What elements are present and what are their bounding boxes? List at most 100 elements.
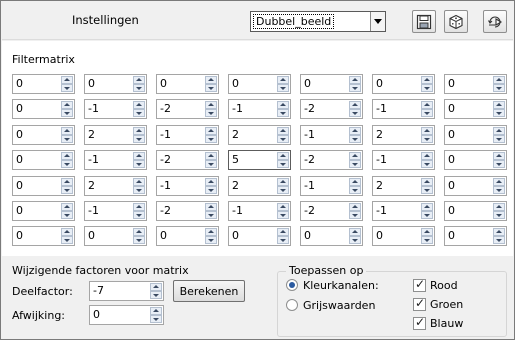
spin-down-icon[interactable]: [493, 84, 505, 92]
spin-up-icon[interactable]: [133, 228, 145, 236]
spin-down-icon[interactable]: [205, 160, 217, 168]
spin-up-icon[interactable]: [349, 152, 361, 160]
spin-down-icon[interactable]: [493, 135, 505, 143]
spin-up-icon[interactable]: [349, 127, 361, 135]
matrix-cell-r3-c3[interactable]: 5: [228, 150, 291, 170]
spin-up-icon[interactable]: [205, 178, 217, 186]
matrix-cell-r5-c1[interactable]: -1: [84, 201, 147, 221]
spin-up-icon[interactable]: [133, 152, 145, 160]
matrix-cell-spin-arrows[interactable]: [421, 127, 433, 143]
spin-up-icon[interactable]: [421, 152, 433, 160]
spin-up-icon[interactable]: [349, 203, 361, 211]
spin-down-icon[interactable]: [133, 135, 145, 143]
matrix-cell-r6-c0[interactable]: 0: [12, 226, 75, 246]
matrix-cell-spin-arrows[interactable]: [493, 228, 505, 244]
matrix-cell-r6-c4[interactable]: 0: [300, 226, 363, 246]
spin-down-icon[interactable]: [133, 186, 145, 194]
spin-up-icon[interactable]: [133, 127, 145, 135]
spin-up-icon[interactable]: [61, 127, 73, 135]
spin-down-icon[interactable]: [421, 186, 433, 194]
matrix-cell-spin-arrows[interactable]: [349, 228, 361, 244]
matrix-cell-spin-arrows[interactable]: [421, 152, 433, 168]
spin-down-icon[interactable]: [277, 109, 289, 117]
spin-up-icon[interactable]: [493, 203, 505, 211]
spin-down-icon[interactable]: [133, 160, 145, 168]
matrix-cell-spin-arrows[interactable]: [277, 152, 289, 168]
spin-down-icon[interactable]: [277, 211, 289, 219]
spin-up-icon[interactable]: [205, 76, 217, 84]
spin-up-icon[interactable]: [133, 101, 145, 109]
matrix-cell-spin-arrows[interactable]: [493, 178, 505, 194]
matrix-cell-r2-c3[interactable]: 2: [228, 125, 291, 145]
spin-down-icon[interactable]: [61, 84, 73, 92]
spin-down-icon[interactable]: [61, 160, 73, 168]
spin-down-icon[interactable]: [277, 160, 289, 168]
reset-button[interactable]: [483, 10, 507, 33]
matrix-cell-spin-arrows[interactable]: [61, 76, 73, 92]
divisor-stepper[interactable]: -7: [89, 281, 164, 301]
matrix-cell-r5-c5[interactable]: -1: [372, 201, 435, 221]
chevron-down-icon[interactable]: [370, 12, 385, 31]
matrix-cell-r3-c0[interactable]: 0: [12, 150, 75, 170]
matrix-cell-spin-arrows[interactable]: [205, 203, 217, 219]
matrix-cell-r6-c5[interactable]: 0: [372, 226, 435, 246]
spin-up-icon[interactable]: [61, 76, 73, 84]
matrix-cell-spin-arrows[interactable]: [205, 178, 217, 194]
spin-down-icon[interactable]: [349, 135, 361, 143]
spin-up-icon[interactable]: [349, 76, 361, 84]
spin-up-icon[interactable]: [133, 203, 145, 211]
spin-down-icon[interactable]: [421, 211, 433, 219]
matrix-cell-r0-c2[interactable]: 0: [156, 74, 219, 94]
matrix-cell-r4-c4[interactable]: -1: [300, 176, 363, 196]
spin-down-icon[interactable]: [349, 160, 361, 168]
matrix-cell-spin-arrows[interactable]: [205, 76, 217, 92]
matrix-cell-r0-c3[interactable]: 0: [228, 74, 291, 94]
spin-down-icon[interactable]: [421, 236, 433, 244]
spin-up-icon[interactable]: [421, 178, 433, 186]
spin-down-icon[interactable]: [133, 236, 145, 244]
spin-up-icon[interactable]: [61, 152, 73, 160]
spin-up-icon[interactable]: [61, 203, 73, 211]
spin-up-icon[interactable]: [493, 101, 505, 109]
spin-down-icon[interactable]: [205, 186, 217, 194]
spin-down-icon[interactable]: [349, 211, 361, 219]
matrix-cell-spin-arrows[interactable]: [493, 76, 505, 92]
spin-up-icon[interactable]: [61, 101, 73, 109]
spin-down-icon[interactable]: [133, 211, 145, 219]
matrix-cell-r2-c2[interactable]: -1: [156, 125, 219, 145]
spin-down-icon[interactable]: [205, 109, 217, 117]
matrix-cell-spin-arrows[interactable]: [133, 101, 145, 117]
matrix-cell-spin-arrows[interactable]: [349, 127, 361, 143]
divisor-spin-arrows[interactable]: [150, 283, 162, 299]
spin-down-icon[interactable]: [277, 135, 289, 143]
spin-down-icon[interactable]: [205, 84, 217, 92]
matrix-cell-spin-arrows[interactable]: [493, 127, 505, 143]
spin-down-icon[interactable]: [421, 160, 433, 168]
matrix-cell-spin-arrows[interactable]: [277, 178, 289, 194]
spin-down-icon[interactable]: [349, 186, 361, 194]
spin-up-icon[interactable]: [133, 76, 145, 84]
matrix-cell-spin-arrows[interactable]: [205, 152, 217, 168]
matrix-cell-spin-arrows[interactable]: [61, 203, 73, 219]
spin-down-icon[interactable]: [61, 135, 73, 143]
matrix-cell-spin-arrows[interactable]: [349, 101, 361, 117]
matrix-cell-spin-arrows[interactable]: [277, 203, 289, 219]
matrix-cell-spin-arrows[interactable]: [493, 203, 505, 219]
spin-down-icon[interactable]: [277, 236, 289, 244]
spin-down-icon[interactable]: [493, 109, 505, 117]
matrix-cell-spin-arrows[interactable]: [133, 76, 145, 92]
spin-down-icon[interactable]: [61, 186, 73, 194]
preset-dropdown[interactable]: Dubbel_beeld: [250, 11, 386, 32]
spin-up-icon[interactable]: [493, 127, 505, 135]
matrix-cell-r6-c1[interactable]: 0: [84, 226, 147, 246]
spin-down-icon[interactable]: [133, 84, 145, 92]
matrix-cell-r4-c3[interactable]: 2: [228, 176, 291, 196]
spin-up-icon[interactable]: [349, 178, 361, 186]
matrix-cell-spin-arrows[interactable]: [61, 178, 73, 194]
spin-up-icon[interactable]: [205, 127, 217, 135]
matrix-cell-spin-arrows[interactable]: [421, 228, 433, 244]
matrix-cell-r1-c3[interactable]: -1: [228, 99, 291, 119]
matrix-cell-spin-arrows[interactable]: [61, 228, 73, 244]
spin-down-icon[interactable]: [61, 211, 73, 219]
save-preset-button[interactable]: [412, 10, 436, 33]
